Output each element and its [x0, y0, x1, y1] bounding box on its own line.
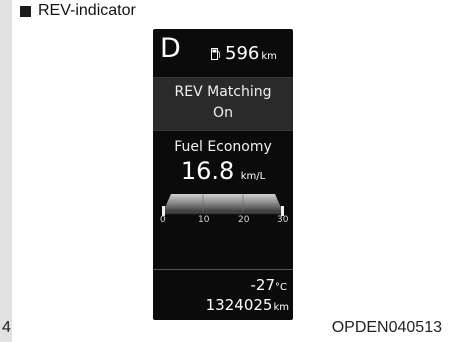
outside-temperature: -27°C [251, 276, 287, 295]
range-value: 596 [225, 43, 260, 64]
rev-matching-title: REV Matching [174, 84, 272, 100]
rev-matching-panel: REV Matching On [153, 77, 293, 131]
fuel-pump-icon [211, 47, 220, 60]
odometer-unit: km [273, 302, 289, 313]
gear-indicator: D [160, 33, 181, 64]
figure-code: OPDEN040513 [331, 319, 442, 336]
temperature-value: -27 [250, 276, 276, 294]
page-number: 4 [2, 319, 11, 336]
bullet-square-icon [20, 5, 31, 17]
gauge-tick-20: 20 [238, 215, 250, 225]
left-margin-strip [0, 0, 12, 342]
gauge-tick-0: 0 [160, 215, 166, 225]
fuel-range: 596 km [211, 43, 277, 64]
fuel-economy-title: Fuel Economy [174, 139, 272, 155]
divider [153, 269, 293, 270]
rev-matching-state: On [213, 105, 233, 121]
fuel-economy-unit: km/L [240, 171, 266, 182]
range-unit: km [261, 51, 277, 62]
temperature-unit: °C [275, 282, 287, 293]
section-title: REV-indicator [38, 2, 136, 19]
fuel-economy-readout: 16.8 km/L [153, 157, 293, 185]
gauge-bar [163, 194, 283, 212]
section-header: REV-indicator [20, 2, 136, 20]
fuel-economy-gauge [162, 194, 284, 216]
fuel-economy-value: 16.8 [180, 157, 235, 185]
gauge-tick-10: 10 [198, 215, 210, 225]
gauge-tick-30: 30 [277, 215, 289, 225]
odometer: 1324025km [206, 296, 289, 315]
odometer-value: 1324025 [205, 296, 273, 314]
instrument-cluster-display: D 596 km REV Matching On Fuel Economy 16… [153, 29, 293, 320]
